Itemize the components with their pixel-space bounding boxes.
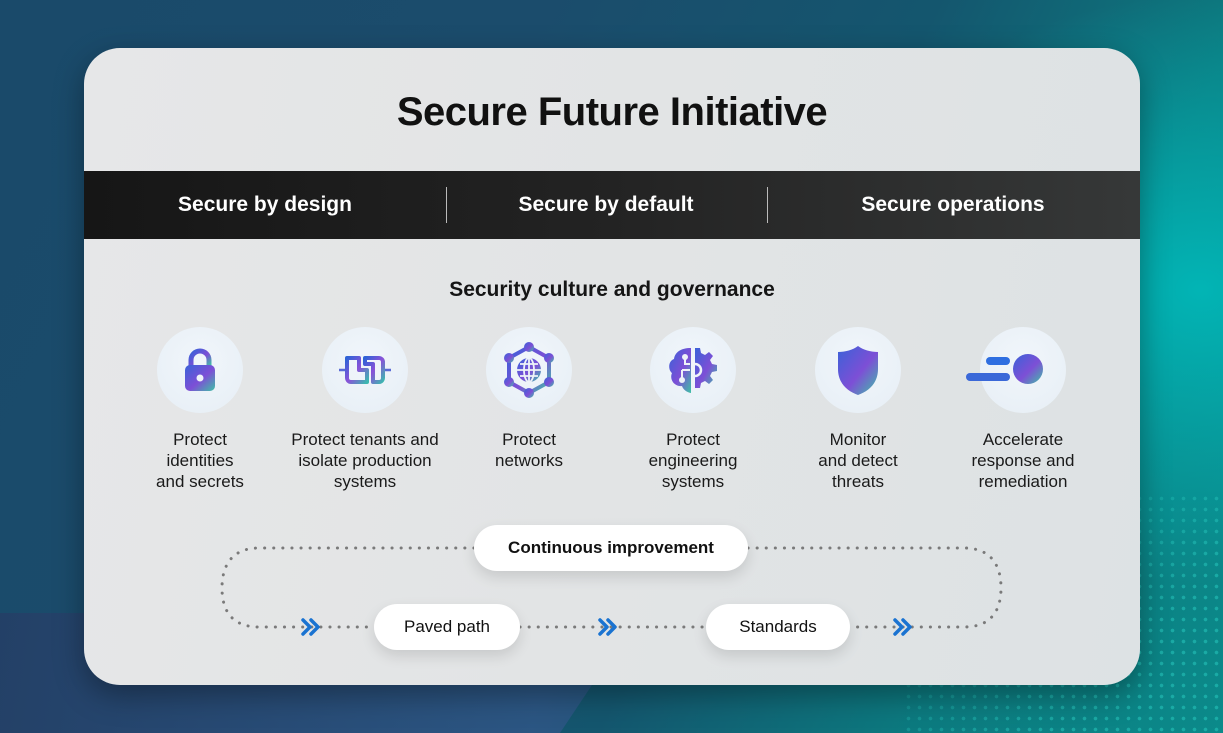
lock-icon [185, 348, 215, 391]
capability-label: Protect identities and secrets [156, 430, 244, 491]
standards-pill: Standards [706, 604, 850, 650]
icon-badge [815, 327, 901, 413]
capability-label: Protect networks [494, 430, 564, 470]
brain-gear-icon [669, 348, 717, 393]
sfi-card: Secure Future Initiative Secure by desig… [84, 48, 1140, 685]
icon-badge [157, 327, 243, 413]
icon-badge [966, 327, 1066, 413]
capability-item: Accelerate response and remediation [938, 327, 1108, 492]
capability-item: Monitor and detect threats [773, 327, 943, 492]
page-title: Secure Future Initiative [396, 90, 828, 134]
capability-label: Protect tenants and isolate production s… [291, 430, 439, 491]
capability-item: Protect tenants and isolate production s… [280, 327, 450, 492]
network-globe-icon [504, 342, 554, 398]
pillar-secure-by-default: Secure by default [518, 193, 694, 216]
pillars-bar: Secure by design Secure by default Secur… [84, 171, 1140, 239]
chevron-double-right-icon [893, 618, 912, 636]
capability-label: Monitor and detect threats [818, 430, 898, 491]
chevron-double-right-icon [598, 618, 617, 636]
icon-badge [650, 327, 736, 413]
pillar-secure-operations: Secure operations [861, 193, 1045, 216]
icon-badge [322, 327, 408, 413]
foundation-heading: Security culture and governance [449, 278, 775, 301]
capability-label: Protect engineering systems [648, 430, 738, 491]
paved-path-pill: Paved path [374, 604, 520, 650]
chevron-double-right-icon [301, 618, 320, 636]
isolation-pipe-icon [339, 356, 391, 384]
pillar-secure-by-design: Secure by design [178, 193, 352, 216]
continuous-improvement-pill: Continuous improvement [474, 525, 748, 571]
shield-icon [838, 346, 878, 395]
capability-item: Protect networks [444, 327, 614, 471]
speed-circle-icon [966, 354, 1043, 384]
capability-item: Protect identities and secrets [115, 327, 285, 492]
icon-badge [486, 327, 572, 413]
capability-item: Protect engineering systems [608, 327, 778, 492]
capability-label: Accelerate response and remediation [971, 430, 1075, 491]
